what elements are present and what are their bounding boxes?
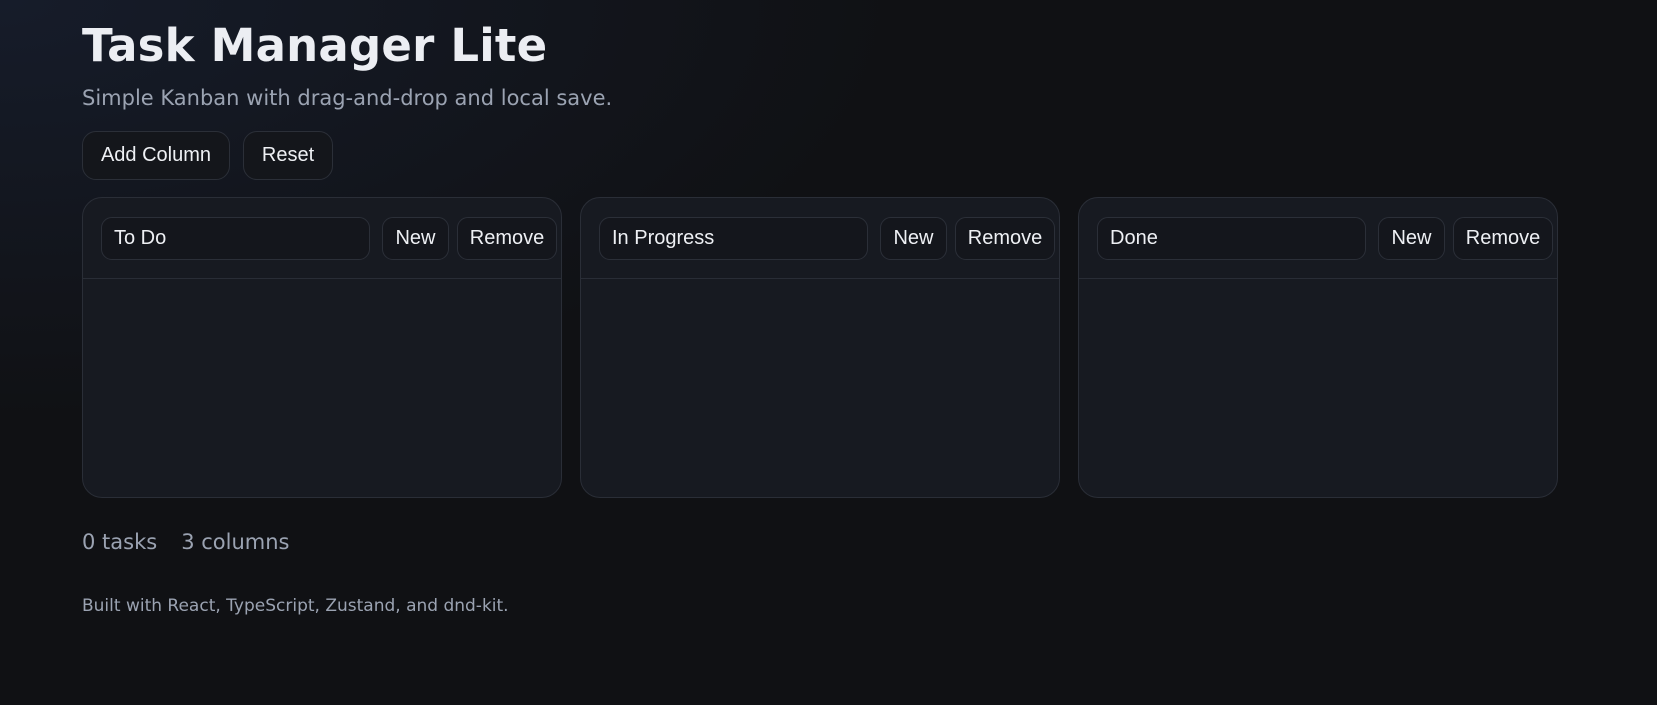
- task-count: 0 tasks: [82, 530, 158, 554]
- page-title: Task Manager Lite: [82, 19, 548, 72]
- new-task-button[interactable]: New: [382, 217, 449, 260]
- column-count: 3 columns: [181, 530, 290, 554]
- page-subtitle: Simple Kanban with drag-and-drop and loc…: [82, 86, 613, 110]
- column-dropzone[interactable]: [1079, 279, 1557, 497]
- column-todo: New Remove: [82, 197, 562, 498]
- new-task-button[interactable]: New: [880, 217, 947, 260]
- column-title-input[interactable]: [1097, 217, 1366, 260]
- column-header: New Remove: [581, 198, 1059, 279]
- toolbar: Add Column Reset: [82, 131, 333, 180]
- remove-column-button[interactable]: Remove: [955, 217, 1055, 260]
- column-done: New Remove: [1078, 197, 1558, 498]
- remove-column-button[interactable]: Remove: [1453, 217, 1553, 260]
- board-stats: 0 tasks 3 columns: [82, 528, 289, 556]
- add-column-button[interactable]: Add Column: [82, 131, 230, 180]
- column-dropzone[interactable]: [83, 279, 561, 497]
- column-header: New Remove: [83, 198, 561, 279]
- column-in-progress: New Remove: [580, 197, 1060, 498]
- column-dropzone[interactable]: [581, 279, 1059, 497]
- column-title-input[interactable]: [599, 217, 868, 260]
- new-task-button[interactable]: New: [1378, 217, 1445, 260]
- remove-column-button[interactable]: Remove: [457, 217, 557, 260]
- kanban-board: New Remove New Remove New Remove: [82, 197, 1558, 498]
- column-header: New Remove: [1079, 198, 1557, 279]
- column-title-input[interactable]: [101, 217, 370, 260]
- reset-button[interactable]: Reset: [243, 131, 333, 180]
- footer-note: Built with React, TypeScript, Zustand, a…: [82, 596, 509, 616]
